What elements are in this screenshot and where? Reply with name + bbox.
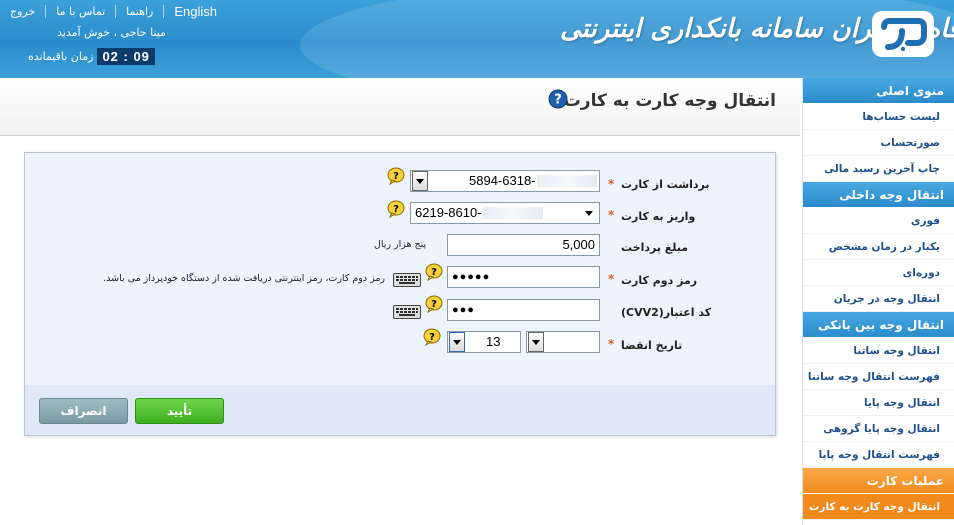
bank-logo: [872, 11, 934, 57]
cancel-button[interactable]: انصراف: [39, 398, 128, 424]
sidebar-item-satna-list[interactable]: فهرست انتقال وجه ساتنا: [803, 364, 954, 390]
from-card-select[interactable]: 5894-6318-: [410, 170, 600, 192]
sidebar-item-paya-group[interactable]: انتقال وجه پایا گروهی: [803, 416, 954, 442]
amount-input[interactable]: 5,000: [447, 234, 600, 256]
virtual-keyboard-icon[interactable]: [393, 305, 421, 319]
expiry-label: تاریخ انقضا: [621, 339, 683, 352]
sidebar-item-paya-list[interactable]: فهرست انتقال وجه پایا: [803, 442, 954, 468]
expiry-month-select[interactable]: [526, 331, 600, 353]
sidebar-item-card-to-card[interactable]: انتقال وجه کارت به کارت: [803, 494, 954, 520]
sidebar-section-card-ops: عملیات کارت: [803, 468, 954, 494]
pin2-label: رمز دوم کارت: [621, 274, 698, 287]
svg-text:?: ?: [554, 93, 562, 108]
sidebar-item-pending-transfer[interactable]: انتقال وجه در جریان: [803, 286, 954, 312]
cvv2-label: کد اعتبار(CVV2): [621, 306, 712, 319]
timer-value: 02 : 09: [97, 48, 155, 65]
sidebar-section-interbank: انتقال وجه بین بانکی: [803, 312, 954, 338]
svg-text:?: ?: [429, 332, 435, 343]
logout-link[interactable]: خروج: [10, 5, 45, 18]
sidebar-item-accounts[interactable]: لیست حساب‌ها: [803, 104, 954, 130]
chevron-down-icon[interactable]: [412, 171, 428, 191]
sidebar-item-scheduled[interactable]: یکبار در زمان مشخص: [803, 234, 954, 260]
from-card-value: 5894-6318-: [469, 173, 536, 188]
sidebar-section-main: منوی اصلی: [803, 78, 954, 104]
to-card-label: واریز به کارت: [621, 210, 696, 223]
sidebar-item-statement[interactable]: صورتحساب: [803, 130, 954, 156]
english-link[interactable]: English: [163, 5, 227, 18]
svg-text:?: ?: [431, 267, 437, 278]
cvv2-input[interactable]: ●●●: [447, 299, 600, 321]
sidebar-item-instant[interactable]: فوری: [803, 208, 954, 234]
required-mark: *: [608, 177, 615, 191]
header: خروج تماس با ما راهنما English مینا حاجی…: [0, 0, 954, 78]
sidebar-item-periodic[interactable]: دوره‌ای: [803, 260, 954, 286]
to-card-value: 6219-8610-: [415, 205, 482, 220]
masked-digits: [483, 207, 543, 219]
bank-logo-icon: [881, 18, 927, 51]
session-timer: زمان باقیمانده 02 : 09: [28, 48, 155, 65]
page-title-bar: انتقال وجه کارت به کارت: [0, 78, 800, 136]
masked-digits: [537, 175, 597, 187]
welcome-text: مینا حاجی ، خوش آمدید: [56, 26, 166, 39]
required-mark: *: [608, 208, 615, 222]
hint-bubble-icon[interactable]: ?: [386, 167, 406, 185]
sidebar-item-paya[interactable]: انتقال وجه پایا: [803, 390, 954, 416]
chevron-down-icon[interactable]: [528, 332, 544, 352]
expiry-year-select[interactable]: 13: [447, 331, 521, 353]
sidebar-section-internal-transfer: انتقال وجه داخلی: [803, 182, 954, 208]
page-title: انتقال وجه کارت به کارت: [563, 91, 776, 111]
required-mark: *: [608, 337, 615, 351]
virtual-keyboard-icon[interactable]: [393, 273, 421, 287]
amount-label: مبلغ پرداخت: [621, 241, 689, 254]
hint-bubble-icon[interactable]: ?: [424, 263, 444, 281]
svg-text:?: ?: [393, 171, 399, 182]
pin2-input[interactable]: ●●●●●: [447, 266, 600, 288]
amount-words: پنج هزار ریال: [374, 239, 427, 250]
help-icon[interactable]: ?: [548, 89, 568, 109]
chevron-down-icon[interactable]: [449, 332, 465, 352]
hint-bubble-icon[interactable]: ?: [424, 295, 444, 313]
contact-link[interactable]: تماس با ما: [45, 5, 115, 18]
sidebar-menu: منوی اصلی لیست حساب‌ها صورتحساب چاپ آخری…: [802, 78, 954, 525]
from-card-label: برداشت از کارت: [621, 178, 710, 191]
help-link[interactable]: راهنما: [115, 5, 163, 18]
hint-bubble-icon[interactable]: ?: [422, 328, 442, 346]
sidebar-item-satna[interactable]: انتقال وجه ساتنا: [803, 338, 954, 364]
svg-text:?: ?: [431, 299, 437, 310]
pin2-hint: رمز دوم کارت، رمز اینترنتی دریافت شده از…: [103, 273, 385, 284]
top-nav: خروج تماس با ما راهنما English: [10, 5, 227, 18]
to-card-combo[interactable]: 6219-8610-: [410, 202, 600, 224]
chevron-down-icon[interactable]: [585, 211, 593, 216]
transfer-form: * برداشت از کارت 5894-6318- ? * واریز به…: [24, 152, 776, 436]
confirm-button[interactable]: تأیید: [135, 398, 224, 424]
remaining-time-label: زمان باقیمانده: [28, 50, 94, 63]
required-mark: *: [608, 272, 615, 286]
expiry-year-value: 13: [486, 334, 501, 349]
sidebar-item-last-receipt[interactable]: چاپ آخرین رسید مالی: [803, 156, 954, 182]
svg-text:?: ?: [393, 204, 399, 215]
hint-bubble-icon[interactable]: ?: [386, 200, 406, 218]
